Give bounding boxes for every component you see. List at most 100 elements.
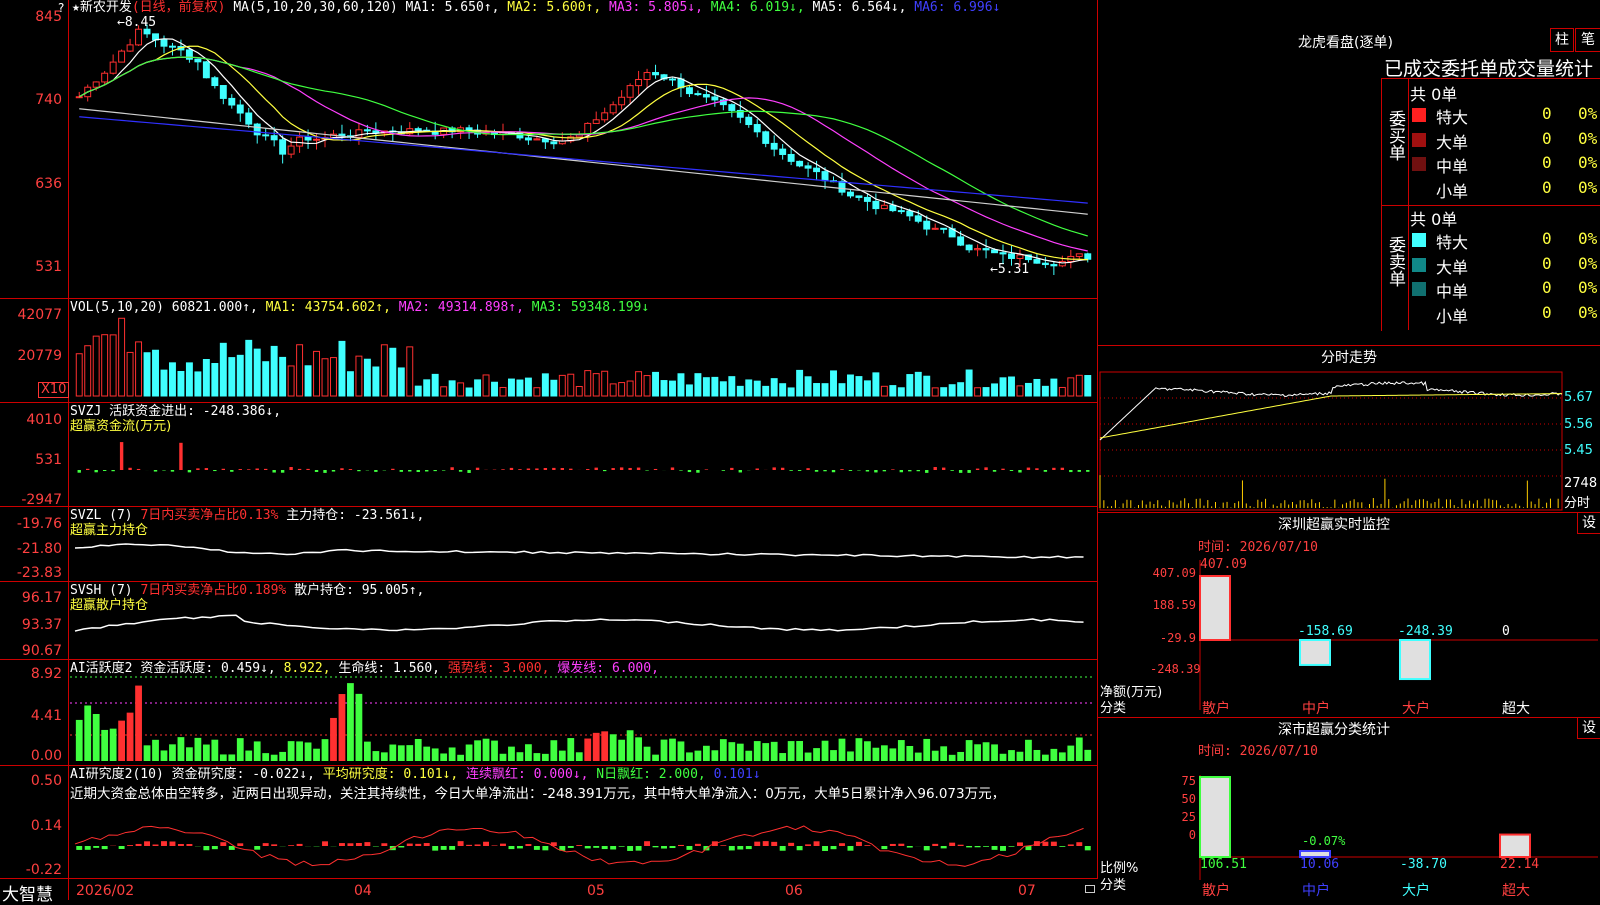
app-logo[interactable]: 大智慧 [2, 880, 53, 905]
sz-monitor-time: 时间: 2026/07/10 [1198, 536, 1318, 555]
row-count: 0 [1542, 229, 1552, 248]
candle-body [864, 197, 870, 201]
svzl-title: SVZL (7) [70, 508, 133, 523]
sz-monitor-value: 0 [1502, 624, 1510, 639]
candle-body [280, 140, 286, 154]
x-axis-label: 06 [785, 883, 803, 899]
sz-class-value: 106.51 [1200, 857, 1247, 872]
lhb-panel[interactable]: 龙虎看盘(逐单) 柱 笔 已成交委托单成交量统计 委买单 委卖单 共 0单 共 … [1098, 0, 1600, 346]
candle-body [915, 216, 921, 221]
row-pct: 0% [1578, 229, 1597, 248]
sz-monitor-value: -158.69 [1298, 624, 1353, 639]
row-label: 小单 [1436, 178, 1468, 202]
vol-ma2: MA2: 49314.898↑, [399, 300, 524, 315]
candle-body [551, 142, 557, 144]
sz-class-pct: -0.07% [1302, 834, 1345, 848]
candle-body [263, 135, 269, 136]
svsh-tick: 90.67 [0, 643, 62, 659]
buy-side-label: 委买单 [1384, 110, 1404, 161]
candle-body [525, 138, 531, 140]
main-chart-area[interactable]: ★新农开发(日线，前复权) MA(5,10,20,30,60,120) MA1:… [0, 0, 1098, 900]
candle-body [627, 86, 633, 98]
candle-body [593, 120, 599, 124]
lhb-heading: 已成交委托单成交量统计 [1384, 54, 1593, 81]
svsh-sub: 超赢散户持仓 [70, 598, 148, 614]
candle-body [127, 45, 133, 51]
candle-body [161, 40, 167, 46]
candle-body [754, 125, 760, 132]
candle-body [1076, 254, 1082, 257]
bar-mode-button[interactable]: 柱 [1550, 28, 1574, 52]
sell-total: 共 0单 [1410, 206, 1457, 230]
ai-activity-title: AI活跃度2 [70, 661, 132, 676]
svzl-header: SVZL (7) 7日内买卖净占比0.13% 主力持仓: -23.561↓, [70, 508, 424, 524]
row-color-swatch [1412, 282, 1426, 296]
candle-body [686, 88, 692, 94]
intraday-tick: 5.67 [1564, 390, 1593, 405]
sz-monitor-panel[interactable]: 深圳超赢实时监控 设 时间: 2026/07/10 407.09 188.59 … [1098, 512, 1600, 718]
lock-icon[interactable] [1085, 885, 1095, 893]
candle-body [246, 113, 252, 124]
intraday-vol-unit: 分时 [1564, 492, 1590, 511]
ai-research-d: N日飘红: 2.000, [596, 767, 705, 782]
ai-activity-a: 资金活跃度: 0.459↓, [140, 661, 275, 676]
row-count: 0 [1542, 254, 1552, 273]
candle-body [271, 136, 277, 140]
sz-monitor-xlabel: 分类 [1100, 697, 1126, 716]
svsh-title: SVSH (7) [70, 583, 133, 598]
ma-line [79, 46, 1088, 259]
sz-monitor-tick: 407.09 [1150, 566, 1196, 580]
sz-class-panel[interactable]: 深市超赢分类统计 设 时间: 2026/07/10 75 50 25 0 比例%… [1098, 717, 1600, 900]
ai-research-header: AI研究度2(10) 资金研究度: -0.022↓, 平均研究度: 0.101↓… [70, 767, 761, 783]
svzl-desc: 7日内买卖净占比0.13% [140, 508, 278, 523]
sz-monitor-cat: 超大 [1502, 698, 1530, 718]
candle-body [1085, 254, 1091, 259]
candle-body [314, 139, 320, 140]
intraday-tick: 5.45 [1564, 443, 1593, 458]
candle-body [992, 250, 998, 253]
ai-activity-tick: 4.41 [0, 708, 62, 724]
candle-body [119, 51, 125, 62]
vol-tick: 20779 [0, 348, 62, 364]
tick-mode-button[interactable]: 笔 [1575, 28, 1600, 52]
vol-ma1: MA1: 43754.602↑, [266, 300, 391, 315]
ma-line [79, 117, 1088, 203]
candle-body [229, 98, 235, 105]
candle-body [822, 172, 828, 181]
sz-class-cat: 散户 [1202, 880, 1230, 900]
ai-activity-b: 8.922, [284, 661, 331, 676]
candle-body [534, 139, 540, 140]
row-pct: 0% [1578, 129, 1597, 148]
ai-activity-tick: 0.00 [0, 748, 62, 764]
row-color-swatch [1412, 157, 1426, 171]
sz-class-tick: 50 [1158, 792, 1196, 806]
ai-activity-header: AI活跃度2 资金活跃度: 0.459↓, 8.922, 生命线: 1.560,… [70, 661, 659, 677]
candle-body [93, 82, 99, 87]
row-label: 大单 [1436, 129, 1468, 153]
row-count: 0 [1542, 303, 1552, 322]
svzl-value: 主力持仓: -23.561↓, [286, 508, 424, 523]
candle-body [873, 201, 879, 208]
intraday-title: 分时走势 [1321, 347, 1377, 367]
intraday-panel[interactable]: 分时走势 5.67 5.56 5.45 2748 分时 [1098, 345, 1600, 513]
candle-body [1051, 265, 1057, 266]
candle-body [195, 59, 201, 62]
svzj-tick: 4010 [0, 412, 62, 428]
row-label: 大单 [1436, 254, 1468, 278]
sell-side-label: 委卖单 [1384, 236, 1404, 287]
vol-header: VOL(5,10,20) 60821.000↑, MA1: 43754.602↑… [70, 300, 649, 316]
svzl-tick: -23.83 [0, 565, 62, 581]
candle-body [797, 161, 803, 166]
svsh-tick: 93.37 [0, 617, 62, 633]
row-label: 中单 [1436, 153, 1468, 177]
lhb-col-divider [1408, 78, 1409, 330]
ai-activity-e: 爆发线: 6.000, [557, 661, 659, 676]
candle-body [966, 245, 972, 250]
candle-body [1042, 263, 1048, 264]
candle-body [898, 211, 904, 212]
svzj-title: SVZJ [70, 404, 101, 419]
sz-class-settings-button[interactable]: 设 [1577, 717, 1600, 739]
sz-monitor-settings-button[interactable]: 设 [1577, 512, 1600, 534]
ma-line [79, 109, 1088, 215]
svsh-value: 散户持仓: 95.005↑, [294, 583, 424, 598]
